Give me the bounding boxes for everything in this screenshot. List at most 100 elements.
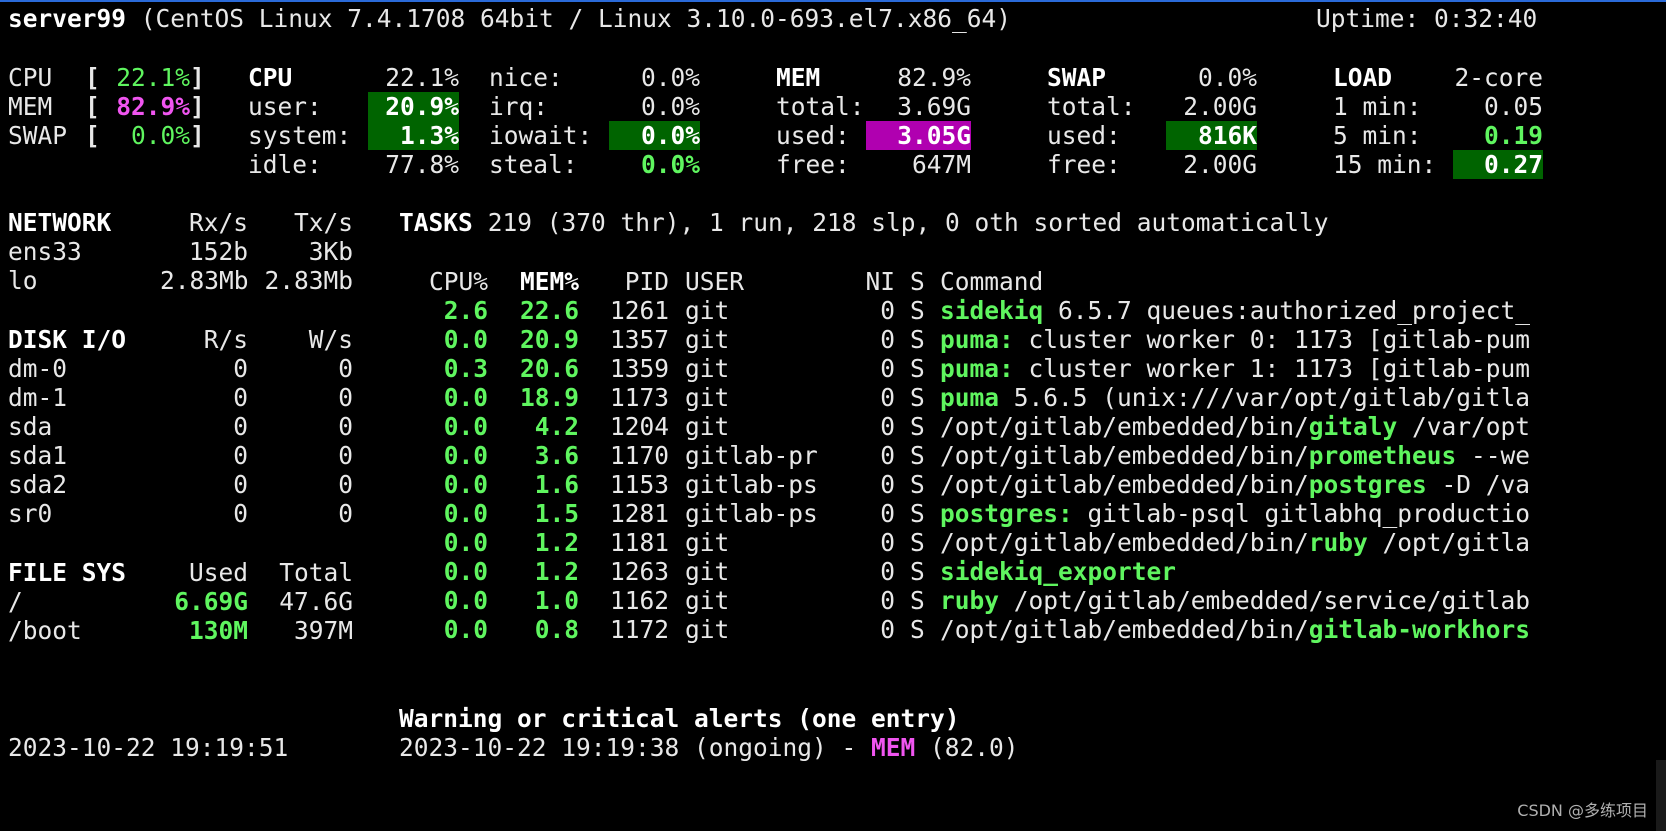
command-args: 5.6.5 (unix:///var/opt/gitlab/gitla — [999, 383, 1531, 412]
alert-metric: MEM — [871, 733, 916, 762]
process-cpu: 0.0 — [443, 615, 488, 644]
cpu-steal-label: steal: — [489, 150, 578, 179]
quicklook-mem-label: MEM — [8, 92, 68, 121]
process-command: puma 5.6.5 (unix:///var/opt/gitlab/gitla — [940, 383, 1544, 412]
load-5min-label: 5 min: — [1333, 121, 1422, 150]
process-command: sidekiq_exporter — [940, 557, 1544, 586]
process-status: S — [910, 499, 925, 528]
process-ni: 0 — [880, 354, 895, 383]
process-mem: 1.2 — [534, 557, 579, 586]
column-header-cpu[interactable]: CPU% — [400, 267, 488, 296]
command-program: ruby — [940, 586, 1000, 615]
process-mem: 1.5 — [534, 499, 579, 528]
alert-time: 2023-10-22 19:19:38 (ongoing) - — [399, 733, 872, 762]
command-args: /opt/gitla — [1367, 528, 1531, 557]
process-user: git — [685, 354, 730, 383]
process-cpu: 0.0 — [443, 499, 488, 528]
process-ni: 0 — [880, 528, 895, 557]
diskio-row-name: sda — [8, 412, 53, 441]
process-cpu: 0.0 — [443, 470, 488, 499]
process-user: git — [685, 615, 730, 644]
process-ni: 0 — [880, 470, 895, 499]
window-top-border — [0, 0, 1666, 2]
watermark: CSDN @多练项目 — [1517, 801, 1648, 820]
command-args: cluster worker 1: 1173 [gitlab-pum — [1013, 354, 1531, 383]
diskio-row-r: 0 — [233, 441, 248, 470]
quicklook-swap-label: SWAP — [8, 121, 68, 150]
process-pid: 1263 — [609, 557, 669, 586]
cpu-system-label: system: — [248, 121, 352, 150]
network-row-tx: 2.83Mb — [264, 266, 353, 295]
diskio-row-name: dm-0 — [8, 354, 68, 383]
mem-used-label: used: — [776, 121, 850, 150]
command-path: /opt/gitlab/embedded/bin/ — [940, 470, 1309, 499]
process-ni: 0 — [880, 296, 895, 325]
scrollbar[interactable] — [1656, 760, 1666, 831]
column-header-command[interactable]: Command — [940, 267, 1043, 296]
process-ni: 0 — [880, 412, 895, 441]
process-cpu: 0.3 — [443, 354, 488, 383]
diskio-row-r: 0 — [233, 470, 248, 499]
diskio-w-header: W/s — [308, 325, 353, 354]
filesys-title: FILE SYS — [8, 558, 127, 587]
network-tx-header: Tx/s — [293, 208, 353, 237]
process-mem: 3.6 — [534, 441, 579, 470]
column-header-status[interactable]: S — [910, 267, 925, 296]
hostname: server99 — [8, 4, 127, 33]
command-path: /opt/gitlab/embedded/bin/ — [940, 441, 1309, 470]
command-path: /opt/gitlab/embedded/bin/ — [940, 528, 1309, 557]
process-status: S — [910, 557, 925, 586]
swap-used-value: 816K — [1166, 121, 1257, 150]
process-ni: 0 — [880, 557, 895, 586]
diskio-row-name: sda1 — [8, 441, 68, 470]
process-user: gitlab-ps — [685, 499, 818, 528]
alert-entry: 2023-10-22 19:19:38 (ongoing) - MEM (82.… — [399, 733, 1019, 762]
tasks-summary: 219 (370 thr), 1 run, 218 slp, 0 oth sor… — [473, 208, 1329, 237]
diskio-row-name: sda2 — [8, 470, 68, 499]
process-command: /opt/gitlab/embedded/bin/ruby /opt/gitla — [940, 528, 1544, 557]
process-status: S — [910, 354, 925, 383]
mem-total-label: total: — [776, 92, 865, 121]
process-pid: 1173 — [609, 383, 669, 412]
diskio-row-r: 0 — [233, 499, 248, 528]
process-command: puma: cluster worker 0: 1173 [gitlab-pum — [940, 325, 1544, 354]
process-status: S — [910, 412, 925, 441]
cpu-idle-value: 77.8% — [385, 150, 459, 179]
process-command: /opt/gitlab/embedded/bin/prometheus --we — [940, 441, 1544, 470]
process-mem: 4.2 — [534, 412, 579, 441]
command-args: 6.5.7 queues:authorized_project_ — [1043, 296, 1531, 325]
command-program: puma: — [940, 354, 1014, 383]
process-mem: 1.2 — [534, 528, 579, 557]
load-15min-value: 0.27 — [1453, 150, 1543, 179]
cpu-steal-value: 0.0% — [640, 150, 700, 179]
filesys-row-total: 47.6G — [279, 587, 353, 616]
process-command: sidekiq 6.5.7 queues:authorized_project_ — [940, 296, 1544, 325]
diskio-row-w: 0 — [338, 470, 353, 499]
diskio-row-w: 0 — [338, 499, 353, 528]
process-mem: 20.6 — [519, 354, 579, 383]
cpu-iowait-label: iowait: — [489, 121, 593, 150]
swap-free-value: 2.00G — [1183, 150, 1257, 179]
process-mem: 20.9 — [519, 325, 579, 354]
process-status: S — [910, 296, 925, 325]
command-args: gitlab-psql gitlabhq_productio — [1072, 499, 1531, 528]
column-header-pid[interactable]: PID — [595, 267, 669, 296]
process-pid: 1181 — [609, 528, 669, 557]
swap-used-label: used: — [1047, 121, 1121, 150]
process-command: puma: cluster worker 1: 1173 [gitlab-pum — [940, 354, 1544, 383]
process-command: /opt/gitlab/embedded/bin/gitaly /var/opt — [940, 412, 1544, 441]
swap-free-label: free: — [1047, 150, 1121, 179]
diskio-row-w: 0 — [338, 412, 353, 441]
column-header-ni[interactable]: NI — [850, 267, 895, 296]
command-program: gitlab-workhors — [1308, 615, 1531, 644]
column-header-mem[interactable]: MEM% — [500, 267, 579, 296]
quicklook-cpu-label: CPU — [8, 63, 68, 92]
diskio-title: DISK I/O — [8, 325, 127, 354]
process-status: S — [910, 615, 925, 644]
quicklook-bracket: ] — [190, 63, 205, 92]
column-header-user[interactable]: USER — [685, 267, 744, 296]
process-command: /opt/gitlab/embedded/bin/postgres -D /va — [940, 470, 1544, 499]
command-program: prometheus — [1308, 441, 1457, 470]
diskio-row-w: 0 — [338, 441, 353, 470]
diskio-row-name: sr0 — [8, 499, 53, 528]
